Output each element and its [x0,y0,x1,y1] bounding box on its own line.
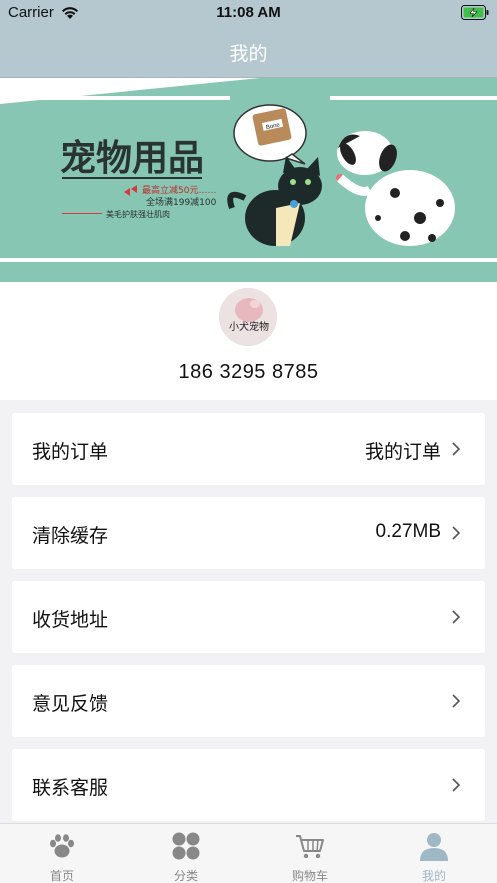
clock: 11:08 AM [216,4,281,21]
tab-label: 购物车 [291,869,328,883]
banner-promo-line2: 全场满199减100 [146,196,217,208]
tab-profile[interactable]: 我的 [372,824,496,883]
row-label: 意见反馈 [32,694,109,715]
tab-label: 首页 [49,869,74,883]
user-icon [420,833,448,861]
nav-bar: 我的 [0,26,497,78]
chevron-right-icon [452,778,461,792]
avatar-image: 小犬宠物 [219,288,277,346]
profile-section: 小犬宠物 186 3295 8785 [0,282,497,400]
row-label: 我的订单 [32,442,109,463]
row-value: 我的订单 [364,442,441,463]
banner-promo-line1: 最高立减50元…… [142,184,216,196]
menu-row-contact-support[interactable]: 联系客服 [12,749,485,821]
tab-home[interactable]: 首页 [0,824,124,883]
row-label: 清除缓存 [32,526,109,547]
banner-subline: 美毛护肤强壮肌肉 [106,209,170,219]
paw-icon [50,834,74,858]
page-title: 我的 [229,44,268,65]
row-label: 收货地址 [32,610,109,631]
grid-icon [172,832,200,860]
chevron-right-icon [452,442,461,456]
chevron-right-icon [452,610,461,624]
tab-label: 分类 [173,869,198,883]
row-value: 0.27MB [375,521,441,542]
phone-number: 186 3295 8785 [178,361,319,383]
menu-row-shipping-address[interactable]: 收货地址 [12,581,485,653]
avatar-text: 小犬宠物 [229,320,269,333]
row-label: 联系客服 [32,778,109,799]
avatar[interactable]: 小犬宠物 [219,288,277,346]
battery-icon [461,5,489,20]
menu-row-clear-cache[interactable]: 清除缓存 0.27MB [12,497,485,569]
banner-artwork: Bone 宠物用品 最高立减50元…… 全场满199减100 美毛护肤强壮肌肉 [0,78,497,282]
menu-row-feedback[interactable]: 意见反馈 [12,665,485,737]
promo-banner[interactable]: Bone 宠物用品 最高立减50元…… 全场满199减100 美毛护肤强壮肌肉 [0,78,497,282]
tab-bar: 首页 分类 购物车 我的 [0,823,497,883]
banner-headline: 宠物用品 [60,138,204,179]
chevron-right-icon [452,694,461,708]
tab-category[interactable]: 分类 [124,824,248,883]
cart-icon [296,835,324,859]
tab-cart[interactable]: 购物车 [248,824,372,883]
status-bar: Carrier 11:08 AM [0,0,497,26]
chevron-right-icon [452,526,461,540]
menu-row-my-orders[interactable]: 我的订单 我的订单 [12,413,485,485]
tab-label: 我的 [421,869,446,883]
